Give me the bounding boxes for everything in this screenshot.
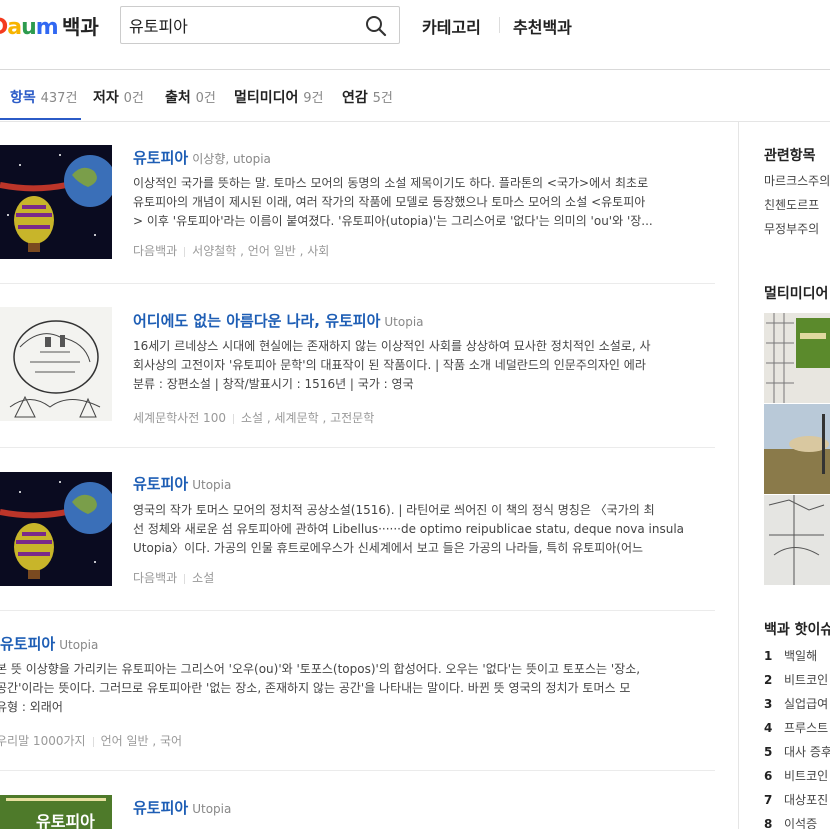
result-category[interactable]: 소설 bbox=[192, 571, 214, 585]
gnb-recommend[interactable]: 추천백과 bbox=[513, 14, 572, 38]
result-thumbnail[interactable] bbox=[0, 472, 112, 586]
result-subtitle: 이상향, utopia bbox=[192, 152, 271, 166]
search-icon[interactable] bbox=[365, 15, 387, 37]
result-title-link[interactable]: 유토피아 bbox=[133, 799, 188, 817]
result-tabs: 항목 437건 저자 0건 출처 0건 멀티미디어 9건 연감 5건 bbox=[0, 70, 830, 122]
popular-item[interactable]: 6 비트코인 bbox=[764, 767, 828, 784]
result-source[interactable]: 다음백과 bbox=[133, 571, 177, 585]
related-link[interactable]: 마르크스주의 bbox=[764, 172, 830, 189]
result-description[interactable]: 영국의 작가 토머스 모어의 정치적 공상소설(1516). | 라틴어로 씌어… bbox=[133, 501, 713, 558]
divider bbox=[0, 610, 715, 611]
popular-item[interactable]: 7 대상포진 bbox=[764, 791, 828, 808]
result-description[interactable]: 이상적인 국가를 뜻하는 말. 토마스 모어의 동명의 소설 제목이기도 하다.… bbox=[133, 174, 713, 231]
result-subtitle: Utopia bbox=[192, 478, 232, 492]
popular-item[interactable]: 2 비트코인 bbox=[764, 671, 828, 688]
result-thumbnail[interactable] bbox=[0, 307, 112, 421]
result-subtitle: Utopia bbox=[384, 315, 424, 329]
result-meta: 세계문학사전 100 소설 , 세계문학 , 고전문학 bbox=[133, 409, 374, 426]
result-meta: 우리말 1000가지 언어 일반 , 국어 bbox=[0, 732, 182, 749]
result-title: 유토피아 Utopia bbox=[0, 633, 98, 654]
result-source[interactable]: 우리말 1000가지 bbox=[0, 734, 86, 748]
result-source[interactable]: 다음백과 bbox=[133, 244, 177, 258]
result-subtitle: Utopia bbox=[59, 638, 99, 652]
tab-author[interactable]: 저자 0건 bbox=[93, 87, 144, 107]
multimedia-thumb[interactable] bbox=[764, 495, 830, 585]
popular-item[interactable]: 5대사 증후군 bbox=[764, 743, 830, 760]
popular-item[interactable]: 1 백일해 bbox=[764, 647, 817, 664]
daum-logo[interactable]: Daum bbox=[0, 12, 59, 42]
result-title: 어디에도 없는 아름다운 나라, 유토피아 Utopia bbox=[133, 310, 424, 331]
search-box[interactable] bbox=[120, 6, 400, 44]
related-link[interactable]: 무정부주의 bbox=[764, 220, 819, 237]
gnb-divider bbox=[499, 17, 500, 33]
result-title: 유토피아 Utopia bbox=[133, 473, 231, 494]
header: Daum 백과 카테고리 추천백과 bbox=[0, 0, 830, 70]
sidebar-divider bbox=[738, 122, 739, 829]
multimedia-title: 멀티미디어 bbox=[764, 286, 829, 302]
gnb-category[interactable]: 카테고리 bbox=[422, 14, 481, 38]
active-tab-indicator bbox=[0, 118, 81, 120]
result-meta: 다음백과 서양철학 , 언어 일반 , 사회 bbox=[133, 242, 329, 259]
multimedia-thumb[interactable] bbox=[764, 313, 830, 403]
result-title: 유토피아 Utopia bbox=[133, 797, 231, 818]
result-subtitle: Utopia bbox=[192, 802, 232, 816]
result-meta: 다음백과 소설 bbox=[133, 569, 214, 586]
logo-sub[interactable]: 백과 bbox=[62, 11, 99, 40]
tab-yearbook[interactable]: 연감 5건 bbox=[342, 87, 393, 107]
search-input[interactable] bbox=[129, 13, 359, 37]
result-source[interactable]: 세계문학사전 100 bbox=[133, 411, 226, 425]
divider bbox=[0, 447, 715, 448]
related-link[interactable]: 친첸도르프 bbox=[764, 196, 819, 213]
result-category[interactable]: 언어 일반 , 국어 bbox=[101, 734, 183, 748]
multimedia-thumb[interactable] bbox=[764, 404, 830, 494]
result-title-link[interactable]: 어디에도 없는 아름다운 나라, 유토피아 bbox=[133, 312, 380, 330]
divider bbox=[0, 770, 715, 771]
tab-source[interactable]: 출처 0건 bbox=[165, 87, 216, 107]
book-cover-title: 유토피아 bbox=[36, 812, 95, 829]
result-category[interactable]: 서양철학 , 언어 일반 , 사회 bbox=[192, 244, 329, 258]
divider bbox=[0, 283, 715, 284]
result-thumbnail[interactable] bbox=[0, 145, 112, 259]
result-thumbnail[interactable]: 유토피아 bbox=[0, 795, 112, 829]
result-title-link[interactable]: 유토피아 bbox=[133, 149, 188, 167]
popular-title: 백과 핫이슈 bbox=[764, 622, 830, 638]
popular-item[interactable]: 4 프루스트 bbox=[764, 719, 828, 736]
related-title: 관련항목 bbox=[764, 148, 816, 164]
popular-item[interactable]: 3 실업급여 bbox=[764, 695, 828, 712]
result-title: 유토피아 이상향, utopia bbox=[133, 147, 271, 168]
popular-item[interactable]: 8 이석증 bbox=[764, 815, 817, 829]
result-description[interactable]: 16세기 르네상스 시대에 현실에는 존재하지 않는 이상적인 사회를 상상하여… bbox=[133, 337, 713, 394]
result-category[interactable]: 소설 , 세계문학 , 고전문학 bbox=[241, 411, 374, 425]
tab-multimedia[interactable]: 멀티미디어 9건 bbox=[234, 87, 324, 107]
result-title-link[interactable]: 유토피아 bbox=[0, 635, 55, 653]
tab-item[interactable]: 항목 437건 bbox=[10, 87, 77, 107]
result-title-link[interactable]: 유토피아 bbox=[133, 475, 188, 493]
result-description[interactable]: 본 뜻 이상향을 가리키는 유토피아는 그리스어 '오우(ou)'와 '토포스(… bbox=[0, 660, 714, 717]
